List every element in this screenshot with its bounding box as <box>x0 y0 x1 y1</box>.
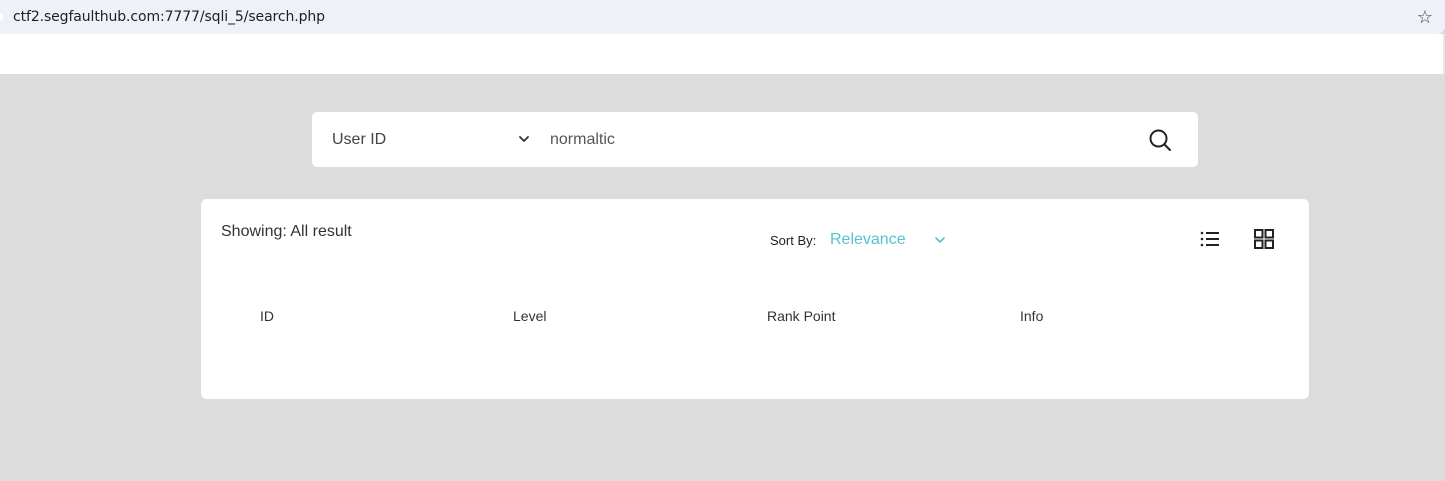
search-input[interactable] <box>550 112 1110 167</box>
column-header-id: ID <box>260 308 274 324</box>
page-header-band <box>0 34 1445 74</box>
search-bar: User ID <box>312 112 1198 167</box>
column-header-rank-point: Rank Point <box>767 308 836 324</box>
column-header-info: Info <box>1020 308 1044 324</box>
tab-edge <box>0 13 3 21</box>
results-panel: Showing: All result Sort By: Relevance I… <box>201 199 1309 399</box>
results-count-label: Showing: All result <box>221 223 352 240</box>
chevron-down-icon[interactable] <box>934 234 946 246</box>
search-field-select-value: User ID <box>332 131 387 148</box>
sort-by-select[interactable]: Relevance <box>830 231 906 249</box>
column-header-level: Level <box>513 308 547 324</box>
search-icon[interactable] <box>1148 128 1172 152</box>
search-field-select[interactable]: User ID <box>332 112 532 167</box>
sort-by-label: Sort By: <box>770 233 817 248</box>
address-bar[interactable]: ctf2.segfaulthub.com:7777/sqli_5/search.… <box>0 0 1445 34</box>
list-view-icon[interactable] <box>1199 228 1221 250</box>
url-text[interactable]: ctf2.segfaulthub.com:7777/sqli_5/search.… <box>13 9 325 25</box>
chevron-down-icon <box>519 136 529 142</box>
star-icon[interactable]: ☆ <box>1415 7 1435 27</box>
grid-view-icon[interactable] <box>1253 228 1275 250</box>
